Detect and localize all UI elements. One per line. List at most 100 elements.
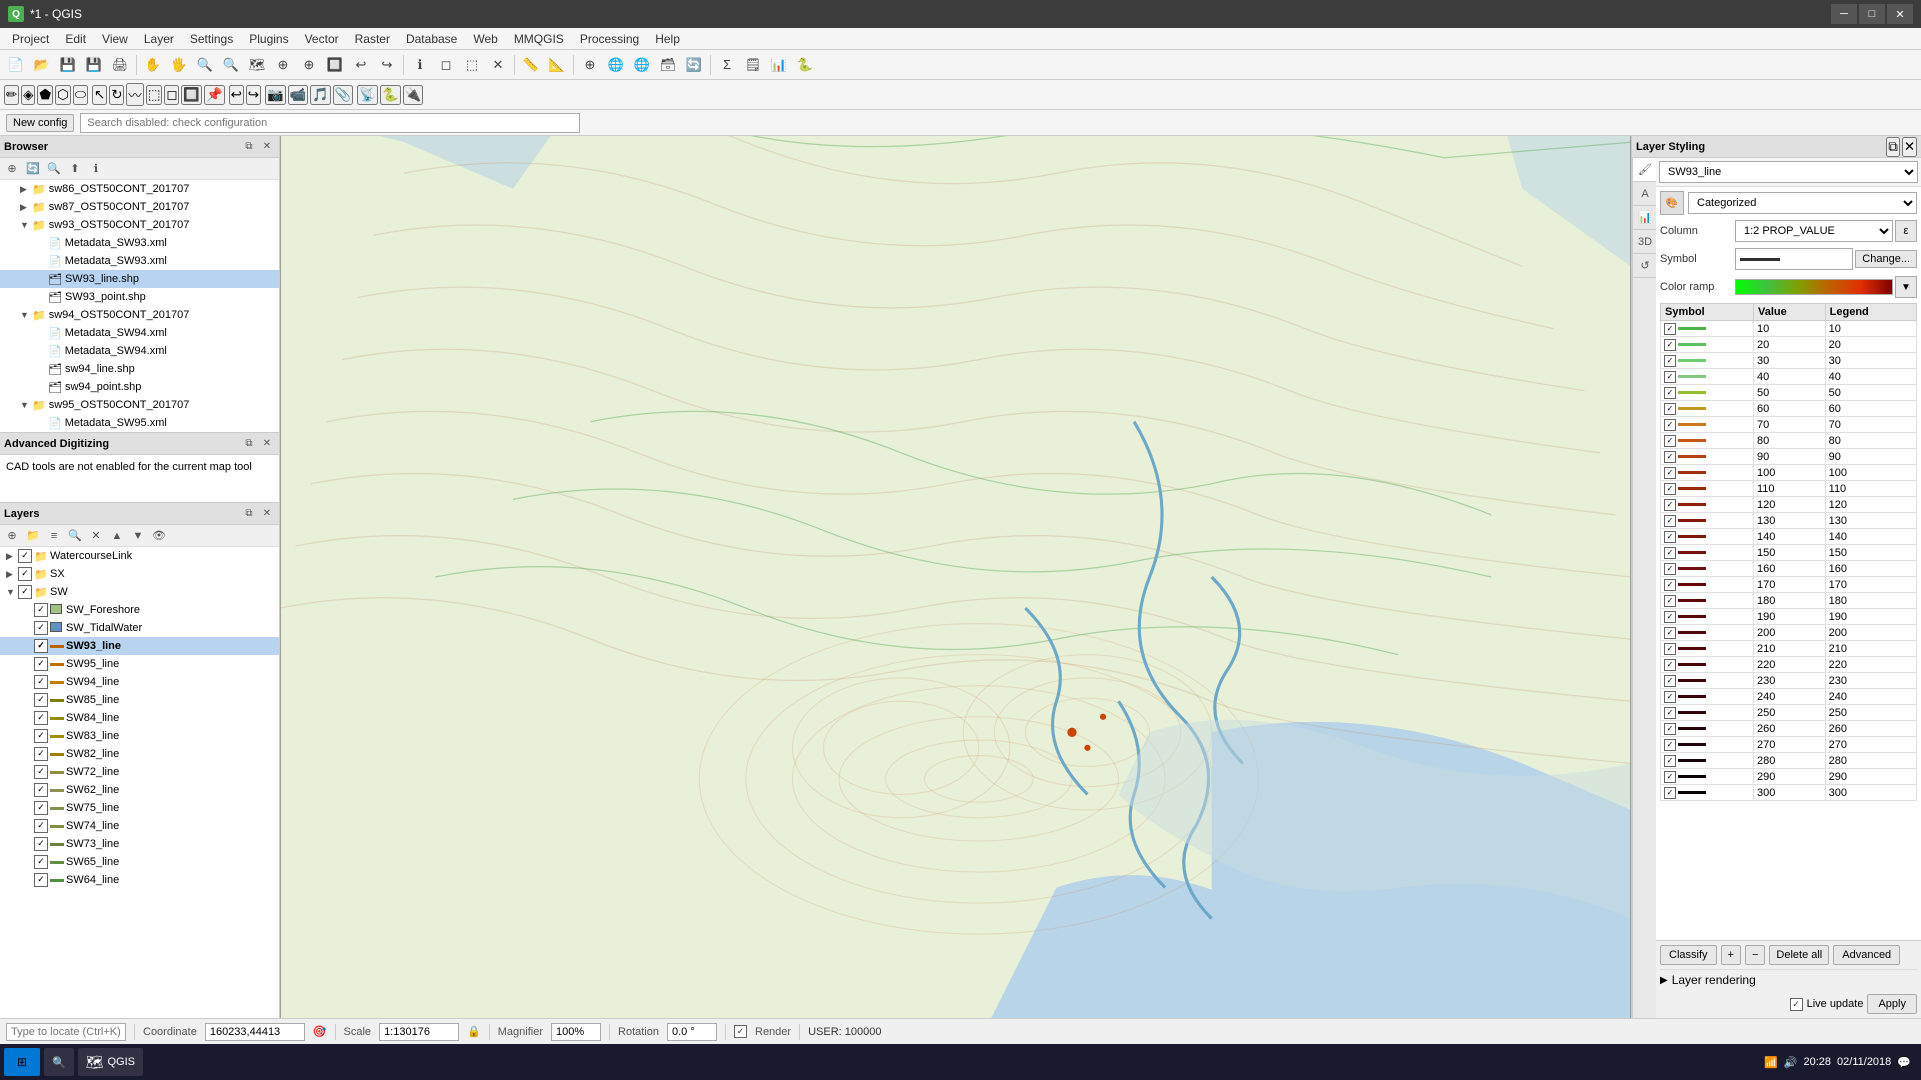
column-select[interactable]: 1:2 PROP_VALUE <box>1735 220 1893 242</box>
row-checkbox[interactable]: ✓ <box>1664 739 1676 751</box>
layer-item[interactable]: ✓SW93_line <box>0 637 279 655</box>
row-checkbox[interactable]: ✓ <box>1664 771 1676 783</box>
tb-python[interactable]: 🐍 <box>793 53 817 77</box>
browser-tree-item[interactable]: ▶📁sw87_OST50CONT_201707 <box>0 198 279 216</box>
layer-item[interactable]: ✓SW94_line <box>0 673 279 691</box>
tb2-python[interactable]: 🐍 <box>380 85 401 105</box>
row-checkbox[interactable]: ✓ <box>1664 723 1676 735</box>
layer-visibility-checkbox[interactable]: ✓ <box>34 603 48 617</box>
close-button[interactable]: ✕ <box>1887 4 1913 24</box>
row-checkbox[interactable]: ✓ <box>1664 691 1676 703</box>
tb2-del-part[interactable]: ◻ <box>164 85 179 105</box>
styling-table-row[interactable]: ✓9090 <box>1661 449 1917 465</box>
live-update-checkbox[interactable] <box>1790 998 1803 1011</box>
taskbar-notification-icon[interactable]: 💬 <box>1897 1056 1911 1069</box>
styling-close-btn[interactable]: ✕ <box>1902 137 1917 157</box>
tb2-edit[interactable]: ✏ <box>4 85 19 105</box>
tb-sum[interactable]: Σ <box>715 53 739 77</box>
layers-tb-filter[interactable]: 🔍 <box>65 527 85 545</box>
tb-add-layer[interactable]: ⊕ <box>578 53 602 77</box>
menu-settings[interactable]: Settings <box>182 30 241 48</box>
row-checkbox[interactable]: ✓ <box>1664 643 1676 655</box>
taskbar-item-search[interactable]: 🔍 <box>44 1048 74 1076</box>
menu-processing[interactable]: Processing <box>572 30 647 48</box>
browser-tree-item[interactable]: ▼📁sw94_OST50CONT_201707 <box>0 306 279 324</box>
row-checkbox[interactable]: ✓ <box>1664 627 1676 639</box>
tb-save[interactable]: 💾 <box>56 53 80 77</box>
taskbar-start-btn[interactable]: ⊞ <box>4 1048 40 1076</box>
layer-item[interactable]: ✓SW82_line <box>0 745 279 763</box>
tb-select[interactable]: ◻ <box>434 53 458 77</box>
row-legend[interactable]: 140 <box>1825 529 1916 545</box>
magnifier-input[interactable] <box>551 1023 601 1041</box>
tb2-audio[interactable]: 🎵 <box>310 85 331 105</box>
tb2-photo[interactable]: 📷 <box>265 85 286 105</box>
layer-item[interactable]: ✓SW73_line <box>0 835 279 853</box>
browser-tb-add[interactable]: ⊕ <box>2 160 22 178</box>
styling-table-row[interactable]: ✓230230 <box>1661 673 1917 689</box>
row-legend[interactable]: 190 <box>1825 609 1916 625</box>
row-legend[interactable]: 200 <box>1825 625 1916 641</box>
styling-table-row[interactable]: ✓120120 <box>1661 497 1917 513</box>
styling-table-row[interactable]: ✓150150 <box>1661 545 1917 561</box>
layers-tb-visibility[interactable]: 👁 <box>149 527 169 545</box>
tb-zoom-full[interactable]: 🗺 <box>245 53 269 77</box>
layer-visibility-checkbox[interactable]: ✓ <box>34 711 48 725</box>
tb-add-wms[interactable]: 🌐 <box>604 53 628 77</box>
row-checkbox[interactable]: ✓ <box>1664 547 1676 559</box>
layer-item[interactable]: ✓SW_TidalWater <box>0 619 279 637</box>
tb2-gps[interactable]: 📡 <box>357 85 378 105</box>
menu-mmqgis[interactable]: MMQGIS <box>506 30 572 48</box>
side-tab-3d[interactable]: 3D <box>1633 230 1657 254</box>
styling-table-row[interactable]: ✓300300 <box>1661 785 1917 801</box>
row-checkbox[interactable]: ✓ <box>1664 435 1676 447</box>
styling-table-row[interactable]: ✓5050 <box>1661 385 1917 401</box>
row-legend[interactable]: 210 <box>1825 641 1916 657</box>
tb-select2[interactable]: ⬚ <box>460 53 484 77</box>
column-expr-btn[interactable]: ε <box>1895 220 1917 242</box>
row-legend[interactable]: 50 <box>1825 385 1916 401</box>
row-legend[interactable]: 160 <box>1825 561 1916 577</box>
tb-print[interactable]: 🖨 <box>108 53 132 77</box>
row-checkbox[interactable]: ✓ <box>1664 483 1676 495</box>
tb2-undo[interactable]: ↩ <box>229 85 244 105</box>
color-ramp-btn[interactable]: ▼ <box>1895 276 1917 298</box>
browser-tree-item[interactable]: 📄Metadata_SW94.xml <box>0 324 279 342</box>
menu-raster[interactable]: Raster <box>347 30 398 48</box>
browser-tree-item[interactable]: 📄Metadata_SW94.xml <box>0 342 279 360</box>
menu-project[interactable]: Project <box>4 30 57 48</box>
layer-item[interactable]: ✓SW72_line <box>0 763 279 781</box>
tb-measure2[interactable]: 📐 <box>545 53 569 77</box>
minimize-button[interactable]: ─ <box>1831 4 1857 24</box>
browser-tb-props[interactable]: ℹ <box>86 160 106 178</box>
browser-tree-item[interactable]: 🗂sw94_line.shp <box>0 360 279 378</box>
side-tab-diagrams[interactable]: 📊 <box>1633 206 1657 230</box>
styling-table-row[interactable]: ✓170170 <box>1661 577 1917 593</box>
styling-table-row[interactable]: ✓1010 <box>1661 321 1917 337</box>
browser-tree-item[interactable]: 📄Metadata_SW95.xml <box>0 414 279 432</box>
layer-item[interactable]: ✓SW62_line <box>0 781 279 799</box>
tb2-node[interactable]: ◈ <box>21 85 35 105</box>
coordinate-input[interactable] <box>205 1023 305 1041</box>
tb-add-db[interactable]: 🗃 <box>656 53 680 77</box>
row-checkbox[interactable]: ✓ <box>1664 707 1676 719</box>
layers-tb-remove[interactable]: ✕ <box>86 527 106 545</box>
styling-table-row[interactable]: ✓7070 <box>1661 417 1917 433</box>
styling-table-row[interactable]: ✓220220 <box>1661 657 1917 673</box>
tb2-file[interactable]: 📎 <box>333 85 354 105</box>
tb-open[interactable]: 📂 <box>30 53 54 77</box>
delete-all-button[interactable]: Delete all <box>1769 945 1829 965</box>
row-legend[interactable]: 240 <box>1825 689 1916 705</box>
styling-table-row[interactable]: ✓130130 <box>1661 513 1917 529</box>
row-checkbox[interactable]: ✓ <box>1664 675 1676 687</box>
tb-zoom-next[interactable]: ↪ <box>375 53 399 77</box>
row-checkbox[interactable]: ✓ <box>1664 579 1676 591</box>
browser-tb-refresh[interactable]: 🔄 <box>23 160 43 178</box>
tb-zoom-out[interactable]: 🔍 <box>219 53 243 77</box>
layer-visibility-checkbox[interactable]: ✓ <box>34 693 48 707</box>
row-legend[interactable]: 250 <box>1825 705 1916 721</box>
browser-tree-item[interactable]: 📄Metadata_SW93.xml <box>0 252 279 270</box>
row-legend[interactable]: 10 <box>1825 321 1916 337</box>
layer-item[interactable]: ✓SW64_line <box>0 871 279 889</box>
del-class-btn[interactable]: − <box>1745 945 1765 965</box>
